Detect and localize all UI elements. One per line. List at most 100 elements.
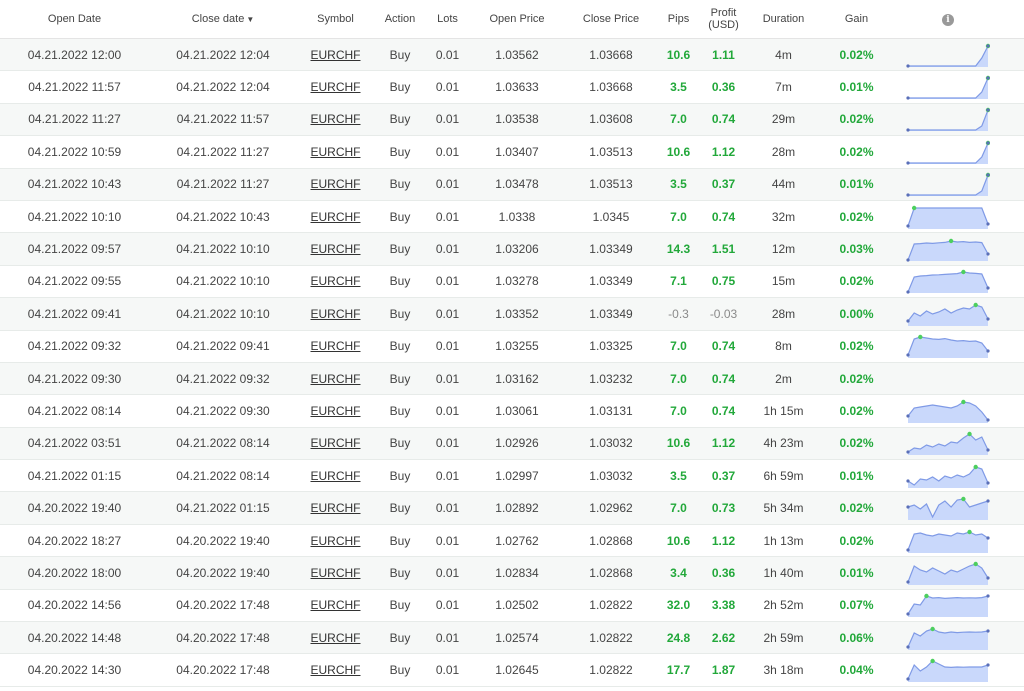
open-date-cell: 04.20.2022 18:00 — [0, 556, 149, 590]
profit-cell: 0.36 — [700, 70, 747, 104]
gain-cell: 0.00% — [820, 297, 893, 331]
sparkline-chart — [906, 108, 990, 133]
sparkline-line — [908, 142, 989, 164]
profit-cell: 0.74 — [700, 362, 747, 396]
symbol-cell: EURCHF — [297, 232, 374, 266]
symbol-link[interactable]: EURCHF — [311, 404, 361, 418]
sparkline-cell — [893, 135, 1003, 169]
sparkline-start-point — [906, 258, 910, 262]
symbol-link[interactable]: EURCHF — [311, 274, 361, 288]
header-close-date[interactable]: Close date ▼ — [149, 0, 297, 39]
row-spacer — [1003, 70, 1024, 104]
sparkline-end-point — [986, 173, 990, 177]
symbol-link[interactable]: EURCHF — [311, 534, 361, 548]
symbol-link[interactable]: EURCHF — [311, 631, 361, 645]
sparkline-cell — [893, 459, 1003, 493]
header-duration[interactable]: Duration — [747, 0, 820, 39]
sparkline-area — [908, 78, 988, 100]
profit-cell: 0.37 — [700, 168, 747, 201]
symbol-link[interactable]: EURCHF — [311, 372, 361, 386]
gain-cell: 0.02% — [820, 38, 893, 72]
lots-cell: 0.01 — [426, 297, 469, 331]
open-date-cell: 04.21.2022 03:51 — [0, 427, 149, 461]
symbol-cell: EURCHF — [297, 38, 374, 72]
row-spacer — [1003, 38, 1024, 72]
open-date-cell: 04.20.2022 18:27 — [0, 524, 149, 558]
lots-cell: 0.01 — [426, 232, 469, 266]
duration-cell: 2h 59m — [747, 621, 820, 655]
row-spacer — [1003, 297, 1024, 331]
pips-cell: 10.6 — [657, 524, 700, 558]
sparkline-start-point — [906, 161, 910, 165]
sparkline-chart — [906, 335, 990, 359]
sparkline-cell — [893, 621, 1003, 655]
header-open-date[interactable]: Open Date — [0, 0, 149, 39]
symbol-link[interactable]: EURCHF — [311, 210, 361, 224]
pips-cell: 7.0 — [657, 200, 700, 234]
close-price-cell: 1.03513 — [565, 168, 657, 201]
sparkline-area — [908, 596, 988, 618]
close-price-cell: 1.03608 — [565, 103, 657, 137]
gain-cell: 0.06% — [820, 621, 893, 655]
duration-cell: 5h 34m — [747, 491, 820, 525]
symbol-cell: EURCHF — [297, 427, 374, 461]
sparkline-max-point — [973, 464, 978, 469]
profit-cell: 1.12 — [700, 135, 747, 169]
profit-cell: 1.87 — [700, 653, 747, 687]
symbol-link[interactable]: EURCHF — [311, 566, 361, 580]
profit-cell: -0.03 — [700, 297, 747, 331]
sparkline-chart — [906, 594, 990, 618]
symbol-link[interactable]: EURCHF — [311, 80, 361, 94]
action-cell: Buy — [374, 427, 426, 461]
action-cell: Buy — [374, 394, 426, 428]
open-date-cell: 04.21.2022 09:55 — [0, 265, 149, 299]
header-symbol[interactable]: Symbol — [297, 0, 374, 39]
symbol-link[interactable]: EURCHF — [311, 436, 361, 450]
header-gain[interactable]: Gain — [820, 0, 893, 39]
symbol-link[interactable]: EURCHF — [311, 177, 361, 191]
symbol-link[interactable]: EURCHF — [311, 112, 361, 126]
header-pips[interactable]: Pips — [657, 0, 700, 39]
open-price-cell: 1.03633 — [469, 70, 565, 104]
open-date-cell: 04.20.2022 14:30 — [0, 653, 149, 687]
lots-cell: 0.01 — [426, 459, 469, 493]
sparkline-line — [908, 110, 989, 132]
table-row: 04.21.2022 09:55 04.21.2022 10:10 EURCHF Bu… — [0, 265, 1024, 299]
sparkline-chart — [906, 43, 990, 68]
sparkline-cell — [893, 491, 1003, 525]
symbol-link[interactable]: EURCHF — [311, 48, 361, 62]
header-close-price[interactable]: Close Price — [565, 0, 657, 39]
open-price-cell: 1.0338 — [469, 200, 565, 234]
symbol-link[interactable]: EURCHF — [311, 598, 361, 612]
header-lots[interactable]: Lots — [426, 0, 469, 39]
symbol-link[interactable]: EURCHF — [311, 663, 361, 677]
pips-cell: 7.0 — [657, 394, 700, 428]
symbol-link[interactable]: EURCHF — [311, 145, 361, 159]
symbol-link[interactable]: EURCHF — [311, 339, 361, 353]
open-date-cell: 04.21.2022 11:57 — [0, 70, 149, 104]
sparkline-start-point — [906, 505, 910, 509]
header-profit[interactable]: Profit (USD) — [700, 0, 747, 39]
info-icon[interactable]: i — [942, 13, 954, 26]
sparkline-end-point — [986, 629, 990, 633]
open-price-cell: 1.02926 — [469, 427, 565, 461]
duration-cell: 1h 40m — [747, 556, 820, 590]
sort-down-icon: ▼ — [246, 15, 255, 24]
symbol-link[interactable]: EURCHF — [311, 307, 361, 321]
sparkline-end-point — [986, 448, 990, 452]
gain-cell: 0.02% — [820, 330, 893, 363]
header-action[interactable]: Action — [374, 0, 426, 39]
sparkline-end-point — [986, 76, 990, 80]
duration-cell: 1h 15m — [747, 394, 820, 428]
close-date-cell: 04.21.2022 09:32 — [149, 362, 297, 396]
header-open-price[interactable]: Open Price — [469, 0, 565, 39]
open-date-cell: 04.21.2022 08:14 — [0, 394, 149, 428]
symbol-link[interactable]: EURCHF — [311, 242, 361, 256]
symbol-link[interactable]: EURCHF — [311, 469, 361, 483]
sparkline-chart — [906, 496, 990, 521]
duration-cell: 32m — [747, 200, 820, 234]
gain-cell: 0.02% — [820, 135, 893, 169]
symbol-link[interactable]: EURCHF — [311, 501, 361, 515]
table-row: 04.20.2022 14:56 04.20.2022 17:48 EURCHF Bu… — [0, 589, 1024, 623]
open-date-cell: 04.21.2022 11:27 — [0, 103, 149, 137]
